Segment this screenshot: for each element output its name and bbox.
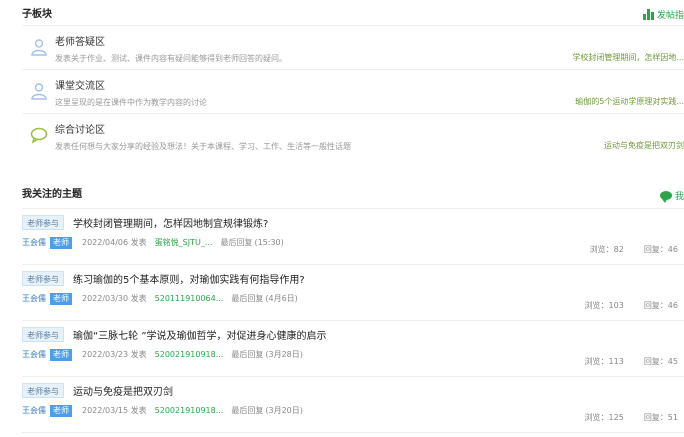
teacher-badge: 老师: [50, 404, 72, 417]
post-guide-label: 发帖指: [656, 11, 684, 21]
topic-title[interactable]: 练习瑜伽的5个基本原则，对瑜伽实践有何指导作用?: [73, 271, 305, 286]
topic-row[interactable]: 老师参与 学校封闭管理期间，怎样因地制宜规律锻炼? 王会儒 老师 2022/04…: [22, 208, 684, 264]
last-reply-date: (15:30): [254, 238, 284, 247]
topic-title[interactable]: 学校封闭管理期间，怎样因地制宜规律锻炼?: [73, 215, 268, 230]
bar-chart-icon: [642, 9, 654, 20]
teacher-badge: 老师: [50, 236, 72, 249]
teacher-badge: 老师: [50, 348, 72, 361]
topic-row[interactable]: 老师参与 运动与免疫是把双刃剑 王会儒 老师 2022/03/15 发表 520…: [22, 376, 684, 432]
view-count: 浏览：125: [584, 413, 624, 422]
reply-count: 回复：46: [643, 245, 678, 254]
last-reply-label: 最后回复: [231, 406, 264, 415]
teacher-badge: 老师: [50, 292, 72, 305]
board-teacher-qa[interactable]: 老师答疑区 发表关于作业、测试、课件内容有疑问能够得到老师回答的疑问。 学校封闭…: [22, 25, 684, 69]
post-date: 2022/03/15 发表: [82, 406, 147, 415]
topic-meta: 王会儒 老师 2022/04/06 发表 蛋铭悦_SJTU_... 最后回复 (…: [22, 236, 284, 249]
board-desc: 这里呈现的是在课件中作为教学内容的讨论: [55, 98, 207, 107]
topics-title: 我关注的主题: [22, 189, 82, 200]
topic-author[interactable]: 王会儒: [22, 237, 46, 248]
chat-bubble-icon: [30, 127, 48, 144]
last-reply-date: (4月6日): [265, 294, 298, 303]
last-reply-user[interactable]: 520021910918...: [155, 350, 224, 359]
reply-count: 回复：45: [643, 357, 678, 366]
board-desc: 发表任何想与大家分享的经验及想法！关于本课程、学习、工作、生活等一般性话题: [55, 142, 351, 151]
post-date: 2022/04/06 发表: [82, 238, 147, 247]
board-name[interactable]: 老师答疑区: [55, 33, 105, 48]
topic-title[interactable]: 瑜伽“三脉七轮 ”学说及瑜伽哲学，对促进身心健康的启示: [73, 327, 327, 342]
view-count: 浏览：113: [584, 357, 624, 366]
view-count: 浏览：103: [584, 301, 624, 310]
board-general-discussion[interactable]: 综合讨论区 发表任何想与大家分享的经验及想法！关于本课程、学习、工作、生活等一般…: [22, 113, 684, 157]
topic-author[interactable]: 王会儒: [22, 293, 46, 304]
board-latest-post[interactable]: 运动与免疫是把双刃剑: [604, 140, 684, 151]
last-reply-user[interactable]: 520021910918...: [155, 406, 224, 415]
teacher-participated-tag: 老师参与: [22, 271, 64, 286]
board-latest-post[interactable]: 学校封闭管理期间，怎样因地...: [572, 52, 684, 63]
topic-row[interactable]: 老师参与 瑜伽“三脉七轮 ”学说及瑜伽哲学，对促进身心健康的启示 王会儒 老师 …: [22, 320, 684, 376]
board-name[interactable]: 课堂交流区: [55, 77, 105, 92]
view-count: 浏览：82: [589, 245, 624, 254]
user-icon: [31, 39, 47, 56]
subboards-title: 子板块: [22, 9, 52, 20]
last-reply-label: 最后回复: [231, 350, 264, 359]
user-icon: [31, 83, 47, 100]
topic-stats: 浏览：82 回复：46: [590, 244, 678, 255]
my-topics-link[interactable]: 我: [659, 189, 684, 203]
topic-meta: 王会儒 老师 2022/03/23 发表 520021910918... 最后回…: [22, 348, 303, 361]
post-date: 2022/03/30 发表: [82, 294, 147, 303]
post-date: 2022/03/23 发表: [82, 350, 147, 359]
topic-meta: 王会儒 老师 2022/03/30 发表 520111910064... 最后回…: [22, 292, 298, 305]
reply-count: 回复：46: [643, 301, 678, 310]
topic-row[interactable]: 老师参与 练习瑜伽的5个基本原则，对瑜伽实践有何指导作用? 王会儒 老师 202…: [22, 264, 684, 320]
chat-icon: [659, 191, 672, 203]
last-reply-user[interactable]: 520111910064...: [155, 294, 224, 303]
board-class-exchange[interactable]: 课堂交流区 这里呈现的是在课件中作为教学内容的讨论 瑜伽的5个运动学原理对实践.…: [22, 69, 684, 113]
teacher-participated-tag: 老师参与: [22, 383, 64, 398]
board-name[interactable]: 综合讨论区: [55, 121, 105, 136]
last-reply-user[interactable]: 蛋铭悦_SJTU_...: [155, 237, 213, 248]
topic-meta: 王会儒 老师 2022/03/15 发表 520021910918... 最后回…: [22, 404, 303, 417]
board-desc: 发表关于作业、测试、课件内容有疑问能够得到老师回答的疑问。: [55, 54, 287, 63]
my-topics-label: 我: [674, 192, 684, 202]
post-guide-link[interactable]: 发帖指: [642, 8, 684, 21]
topic-author[interactable]: 王会儒: [22, 405, 46, 416]
topic-title[interactable]: 运动与免疫是把双刃剑: [73, 383, 173, 398]
topic-stats: 浏览：103 回复：46: [585, 300, 678, 311]
board-latest-post[interactable]: 瑜伽的5个运动学原理对实践...: [575, 96, 684, 107]
teacher-participated-tag: 老师参与: [22, 327, 64, 342]
topic-author[interactable]: 王会儒: [22, 349, 46, 360]
reply-count: 回复：51: [643, 413, 678, 422]
last-reply-date: (3月28日): [265, 350, 303, 359]
topic-stats: 浏览：113 回复：45: [585, 356, 678, 367]
last-reply-label: 最后回复: [220, 238, 253, 247]
topic-stats: 浏览：125 回复：51: [585, 412, 678, 423]
last-reply-date: (3月20日): [265, 406, 303, 415]
last-reply-label: 最后回复: [231, 294, 264, 303]
teacher-participated-tag: 老师参与: [22, 215, 64, 230]
topic-row-partial: [22, 432, 684, 437]
